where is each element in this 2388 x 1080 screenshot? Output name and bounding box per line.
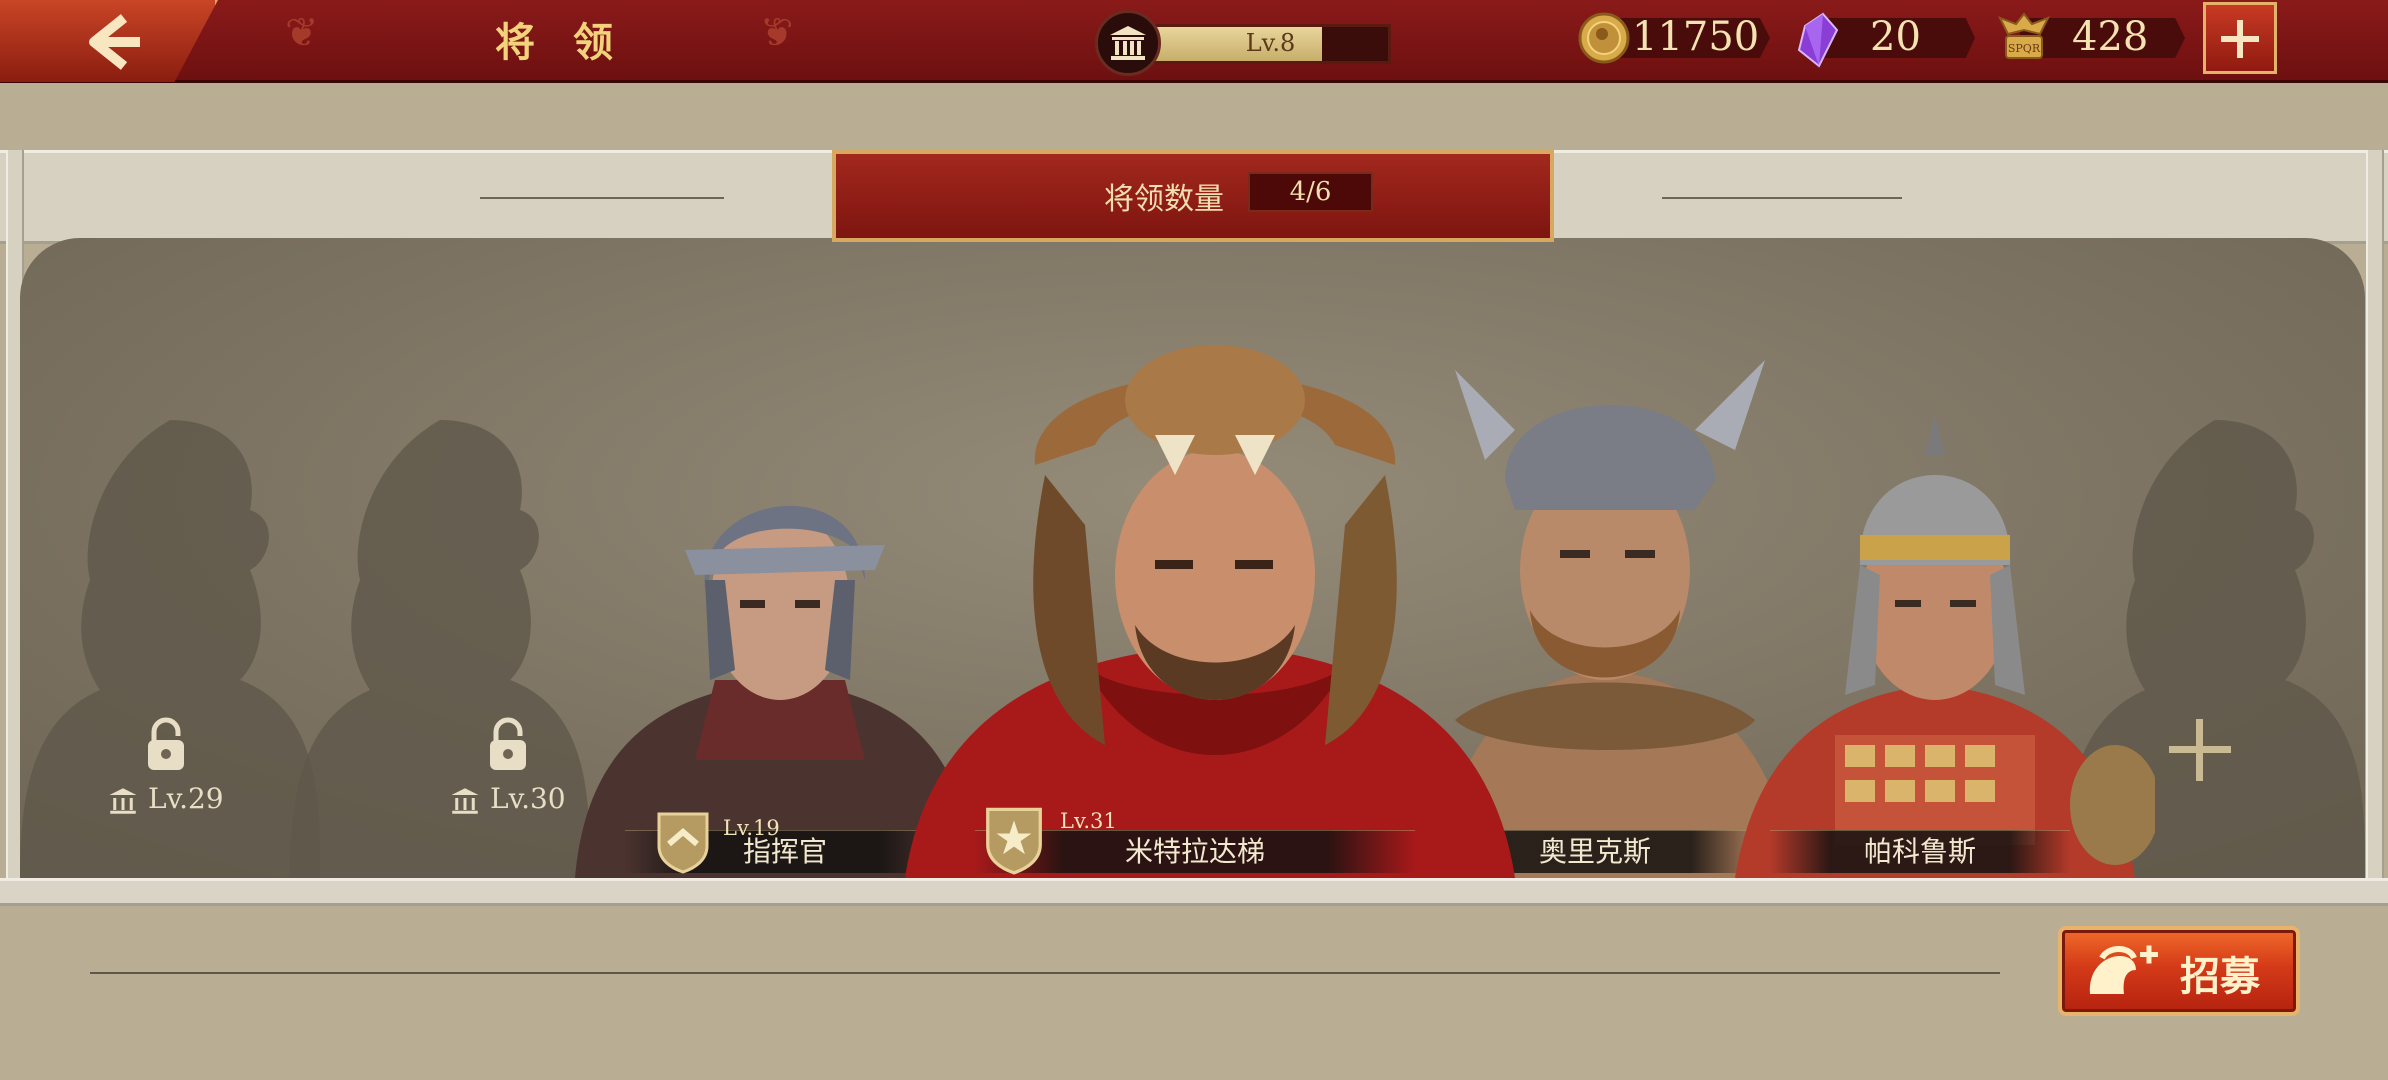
hero-level: Lv.31 [1060,809,1117,833]
locked-slot-2[interactable]: Lv.30 [450,716,566,816]
stage-floor [0,878,2388,906]
page-title: 将 领 [495,19,625,66]
hero-portrait-mithradates [905,345,1515,878]
locked-slot-level: Lv.30 [450,782,566,816]
bottom-divider [90,972,2000,974]
divider-right [1662,197,1902,199]
hero-card-mithradates[interactable]: 米特拉达梯 Lv.31 [905,325,1525,878]
gold-value: 11750 [1632,14,1760,60]
level-text: Lv.8 [1245,29,1296,57]
lock-icon [147,717,184,770]
back-arrow-icon [89,14,140,70]
temple-icon [451,787,479,814]
spqr-eagle-icon: SPQR [1997,12,2051,59]
locked-slot-1[interactable]: Lv.29 [108,716,224,816]
gold-coin-icon [1578,12,1630,64]
star-rank-icon [986,807,1042,875]
temple-icon [1095,10,1161,76]
purple-gem-icon [1797,12,1839,68]
gem-value: 20 [1870,14,1921,60]
helmet-plus-icon [2089,945,2158,994]
top-bar: ❦ ❦ 将 领 Lv.8 11750 20 SPQR 428 [0,0,2388,83]
svg-text:SPQR: SPQR [2008,42,2041,55]
lock-icon [489,717,526,770]
general-count-label: 将领数量 [1104,182,1224,217]
recruit-label: 招募 [2180,953,2260,1000]
divider-left [480,197,724,199]
level-progress-bar: Lv.8 [1150,24,1391,64]
hero-portrait-pacorus [1735,415,2160,878]
laurel-right-icon: ❦ [760,10,794,56]
laurel-left-icon: ❦ [285,10,319,56]
hero-card-pacorus[interactable]: 帕科鲁斯 [1715,375,2160,878]
spqr-value: 428 [2072,14,2149,60]
recruit-button[interactable]: 招募 [2058,926,2300,1016]
locked-slot-level: Lv.29 [108,782,224,816]
temple-icon [109,787,137,814]
back-button[interactable] [0,0,218,82]
general-count-banner: 将领数量 4/6 [832,150,1554,242]
chevron-rank-icon [657,812,709,874]
general-count-value: 4/6 [1248,172,1373,212]
hero-level: Lv.19 [723,816,780,840]
add-general-slot-button[interactable] [2165,715,2235,785]
pillar-right [2366,150,2384,878]
add-resource-button[interactable] [2203,2,2277,74]
hero-name: 帕科鲁斯 [1770,830,2070,873]
